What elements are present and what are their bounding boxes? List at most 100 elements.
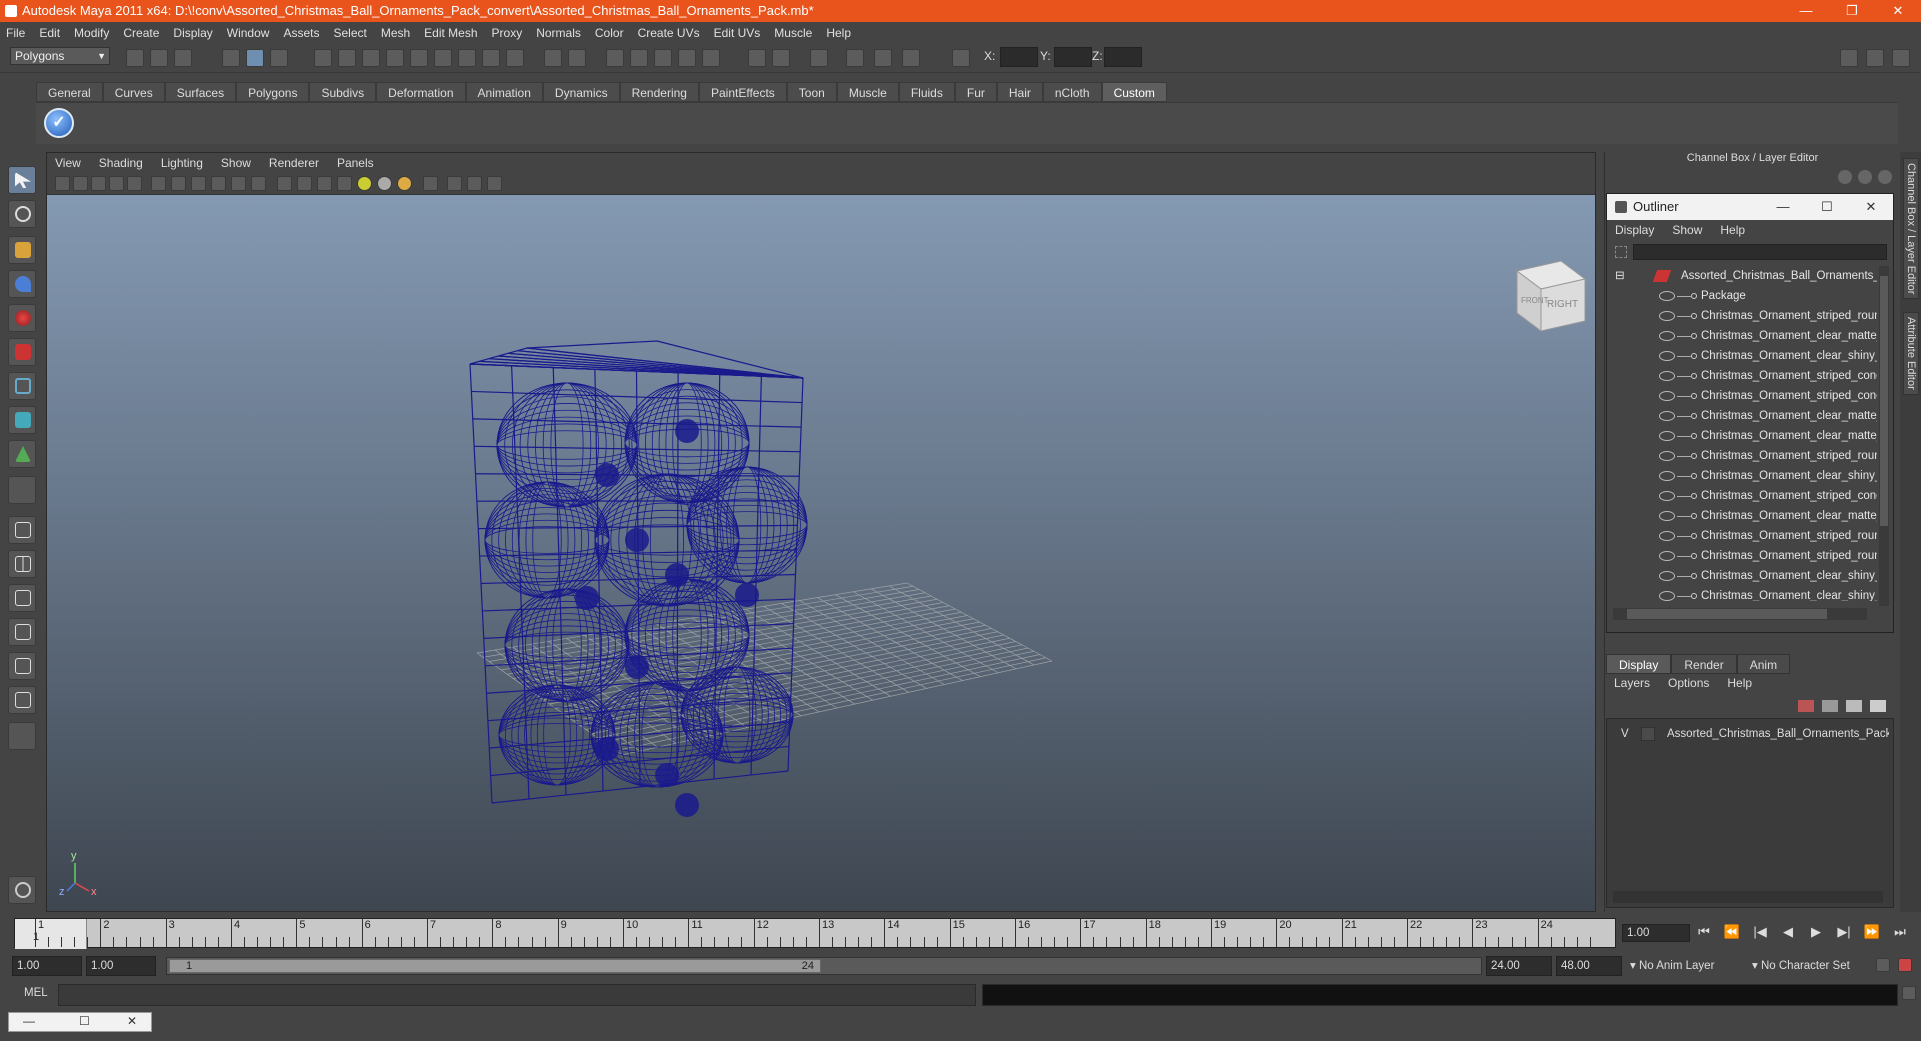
outliner-item[interactable]: Christmas_Ornament_striped_cone_	[1607, 486, 1879, 506]
menu-edit-mesh[interactable]: Edit Mesh	[424, 26, 477, 40]
shelf-grip[interactable]	[14, 80, 34, 144]
camera-attributes-icon[interactable]	[73, 176, 88, 191]
layer-horizontal-scrollbar[interactable]	[1613, 891, 1883, 903]
outliner-item[interactable]: Christmas_Ornament_clear_matte_2	[1607, 506, 1879, 526]
wireframe-on-shaded-icon[interactable]	[317, 176, 332, 191]
outliner-item[interactable]: Christmas_Ornament_clear_matte_3	[1607, 406, 1879, 426]
image-plane-icon[interactable]	[109, 176, 124, 191]
soft-modification-tool[interactable]	[8, 406, 36, 434]
go-to-end-button[interactable]: ⏭	[1890, 924, 1910, 940]
perspective-viewport[interactable]: View Shading Lighting Show Renderer Pane…	[46, 152, 1596, 912]
layout-more[interactable]	[8, 722, 36, 750]
layout-single-perspective[interactable]	[8, 516, 36, 544]
channel-box-icon-1[interactable]	[1838, 170, 1852, 184]
animation-end-field[interactable]: 48.00	[1556, 956, 1622, 976]
layout-icon[interactable]	[810, 49, 828, 67]
shelf-tab-custom[interactable]: Custom	[1101, 82, 1167, 102]
viewport-scene[interactable]: FRONT RIGHT y x z	[47, 195, 1595, 911]
side-tab-channel-box[interactable]: Channel Box / Layer Editor	[1903, 158, 1919, 300]
save-scene-icon[interactable]	[174, 49, 192, 67]
layer-tab-anim[interactable]: Anim	[1736, 654, 1791, 674]
snap-surface-icon[interactable]	[434, 49, 452, 67]
outliner-item[interactable]: Christmas_Ornament_clear_shiny_4	[1607, 466, 1879, 486]
channel-box-icon-2[interactable]	[1858, 170, 1872, 184]
shelf-tab-polygons[interactable]: Polygons	[236, 82, 310, 102]
animation-prefs-icon[interactable]	[1898, 958, 1912, 972]
anim-layer-dropdown[interactable]: ▾ No Anim Layer	[1630, 956, 1714, 976]
menu-display[interactable]: Display	[173, 26, 212, 40]
playback-start-field[interactable]: 1.00	[86, 956, 156, 976]
shelf-tab-fluids[interactable]: Fluids	[898, 82, 955, 102]
range-slider-handle[interactable]: 1 24	[169, 959, 821, 973]
minimized-window[interactable]: — ☐ ✕	[8, 1012, 152, 1032]
shelf-tab-subdivs[interactable]: Subdivs	[309, 82, 377, 102]
outliner-item[interactable]: Christmas_Ornament_clear_matte_4	[1607, 426, 1879, 446]
filter-icon[interactable]	[1615, 246, 1627, 258]
outliner-root-item[interactable]: ⊟ Assorted_Christmas_Ball_Ornaments_Pa	[1607, 266, 1879, 286]
side-tab-attribute-editor[interactable]: Attribute Editor	[1903, 312, 1919, 395]
layer-menu-options[interactable]: Options	[1668, 676, 1709, 690]
outliner-menu-help[interactable]: Help	[1720, 223, 1745, 237]
menu-select[interactable]: Select	[333, 26, 366, 40]
universal-manipulator-tool[interactable]	[8, 372, 36, 400]
menu-help[interactable]: Help	[826, 26, 851, 40]
view-cube[interactable]: FRONT RIGHT	[1515, 260, 1587, 332]
shelf-tab-fur[interactable]: Fur	[954, 82, 997, 102]
check-icon[interactable]: ✓	[44, 108, 74, 138]
mask-icon[interactable]	[314, 49, 332, 67]
menu-assets[interactable]: Assets	[283, 26, 319, 40]
step-forward-key-button[interactable]: ⏩	[1862, 924, 1882, 940]
play-forwards-button[interactable]: ▶	[1806, 924, 1826, 940]
outliner-menu-show[interactable]: Show	[1672, 223, 1702, 237]
share-icon[interactable]	[487, 176, 502, 191]
menu-edit-uvs[interactable]: Edit UVs	[714, 26, 761, 40]
animation-start-field[interactable]: 1.00	[12, 956, 82, 976]
field-chart-icon[interactable]	[211, 176, 226, 191]
time-slider[interactable]: 1 1 2 3 4 5 6 7 8 9 10 11 12 13 14 15 16 17 18 19 20 21 22 23 2…	[14, 918, 1616, 949]
shelf-tab-toon[interactable]: Toon	[786, 82, 837, 102]
menu-modify[interactable]: Modify	[74, 26, 109, 40]
shelf-tab-deformation[interactable]: Deformation	[376, 82, 466, 102]
shelf-tab-hair[interactable]: Hair	[996, 82, 1043, 102]
command-input[interactable]	[58, 984, 976, 1006]
mini-minimize-button[interactable]: —	[23, 1014, 35, 1028]
help-icon[interactable]	[506, 49, 524, 67]
snap-curve-icon[interactable]	[362, 49, 380, 67]
default-light-icon[interactable]	[357, 176, 372, 191]
smooth-shade-icon[interactable]	[297, 176, 312, 191]
select-tool[interactable]	[8, 166, 36, 194]
history-icon[interactable]	[544, 49, 562, 67]
scale-tool[interactable]	[8, 338, 36, 366]
ipr-render-icon[interactable]	[630, 49, 648, 67]
render-view-icon[interactable]	[702, 49, 720, 67]
script-editor-icon[interactable]	[1902, 986, 1916, 1000]
outliner-item[interactable]: Package	[1607, 286, 1879, 306]
snap-point-icon[interactable]	[386, 49, 404, 67]
mini-close-button[interactable]: ✕	[127, 1014, 137, 1028]
construction-icon[interactable]	[568, 49, 586, 67]
layer-playback-toggle[interactable]	[1641, 727, 1655, 741]
layer-tab-display[interactable]: Display	[1606, 654, 1672, 674]
layout-persp-graph[interactable]	[8, 618, 36, 646]
lasso-tool[interactable]	[8, 200, 36, 228]
channel-box-icon-3[interactable]	[1878, 170, 1892, 184]
all-lights-icon[interactable]	[377, 176, 392, 191]
shelf-tab-dynamics[interactable]: Dynamics	[542, 82, 620, 102]
show-manipulator-tool[interactable]	[8, 440, 36, 468]
outliner-item[interactable]: Christmas_Ornament_striped_round	[1607, 526, 1879, 546]
xray-joints-icon[interactable]	[467, 176, 482, 191]
layout-hypershade[interactable]	[8, 652, 36, 680]
new-layer-icon[interactable]	[1846, 700, 1862, 712]
minimize-button[interactable]: —	[1783, 0, 1829, 22]
outliner-filter-input[interactable]	[1633, 244, 1887, 260]
outliner-minimize-button[interactable]: —	[1761, 194, 1805, 220]
wireframe-icon[interactable]	[277, 176, 292, 191]
select-component-icon[interactable]	[270, 49, 288, 67]
vp-menu-lighting[interactable]: Lighting	[161, 156, 203, 170]
menu-create[interactable]: Create	[123, 26, 159, 40]
go-to-start-button[interactable]: ⏮	[1694, 924, 1714, 940]
select-object-icon[interactable]	[246, 49, 264, 67]
outliner-item[interactable]: Christmas_Ornament_striped_round	[1607, 306, 1879, 326]
snap-plane-icon[interactable]	[410, 49, 428, 67]
textured-icon[interactable]	[337, 176, 352, 191]
